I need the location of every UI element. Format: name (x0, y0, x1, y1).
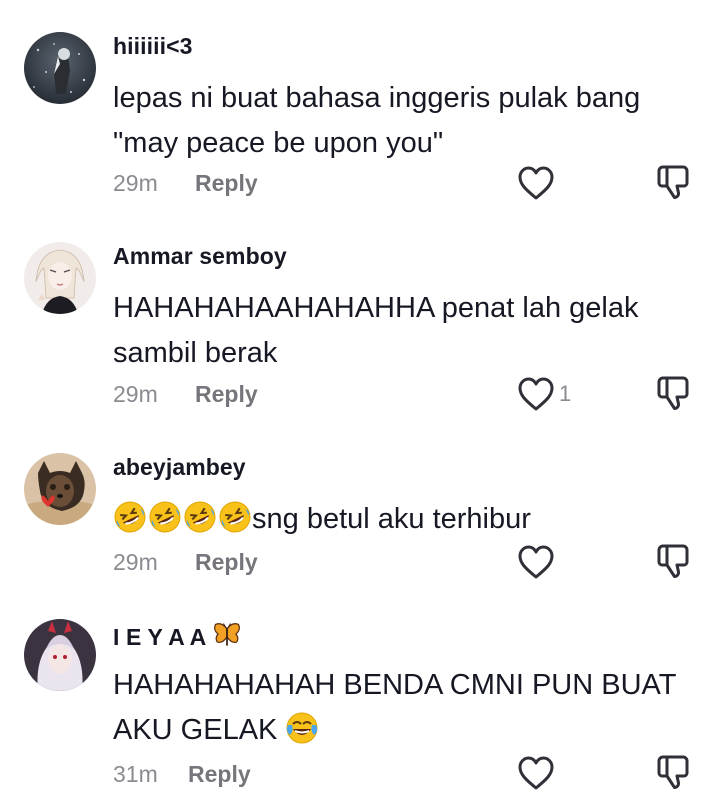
reply-button[interactable]: Reply (195, 549, 258, 576)
reply-button[interactable]: Reply (195, 381, 258, 408)
comment-username[interactable]: hiiiiii<3 (113, 33, 193, 60)
butterfly-emoji (212, 620, 242, 650)
comment-meta: 29m Reply (113, 170, 258, 197)
user-avatar[interactable] (24, 32, 96, 104)
comment-text: sng betul aku terhibur (113, 497, 703, 542)
heart-outline-icon (518, 377, 554, 411)
comment-text-body: HAHAHAHAHAH BENDA CMNI PUN BUAT AKU GELA… (113, 669, 676, 746)
dislike-button[interactable] (655, 163, 695, 203)
comment-text: lepas ni buat bahasa inggeris pulak bang… (113, 82, 641, 159)
rolling-on-floor-laughing-emoji (218, 500, 252, 534)
like-button[interactable] (517, 542, 577, 582)
thumbs-down-outline-icon (657, 755, 689, 790)
comment-text: HAHAHAHAHAH BENDA CMNI PUN BUAT AKU GELA… (113, 663, 703, 753)
user-avatar[interactable] (24, 619, 96, 691)
dislike-button[interactable] (655, 374, 695, 414)
face-with-tears-of-joy-emoji (285, 711, 319, 745)
comment-meta: 31m Reply (113, 761, 251, 788)
comment-meta: 29m Reply (113, 549, 258, 576)
comment-username[interactable]: I E Y A A (113, 620, 242, 651)
comment-username[interactable]: abeyjambey (113, 454, 246, 481)
thumbs-down-outline-icon (657, 376, 689, 411)
user-avatar[interactable] (24, 453, 96, 525)
rolling-on-floor-laughing-emoji (183, 500, 217, 534)
comment-username-text: I E Y A A (113, 624, 206, 650)
reply-button[interactable]: Reply (195, 170, 258, 197)
comment-meta: 29m Reply (113, 381, 258, 408)
reply-button[interactable]: Reply (188, 761, 251, 788)
dislike-button[interactable] (655, 542, 695, 582)
heart-outline-icon (518, 545, 554, 579)
dislike-button[interactable] (655, 753, 695, 793)
like-button[interactable]: 1 (517, 374, 577, 414)
comment-time: 29m (113, 549, 158, 575)
like-button[interactable] (517, 163, 577, 203)
like-count: 1 (559, 381, 572, 406)
thumbs-down-outline-icon (657, 165, 689, 200)
comment-time: 29m (113, 170, 158, 196)
like-button[interactable] (517, 753, 577, 793)
thumbs-down-outline-icon (657, 544, 689, 579)
comment-time: 29m (113, 381, 158, 407)
rolling-on-floor-laughing-emoji (148, 500, 182, 534)
heart-outline-icon (518, 756, 554, 790)
comment-time: 31m (113, 761, 158, 787)
user-avatar[interactable] (24, 242, 96, 314)
comment-text: HAHAHAHAAHAHAHHA penat lah gelak sambil … (113, 292, 639, 369)
comment-text-body: sng betul aku terhibur (252, 503, 531, 535)
comment-username[interactable]: Ammar semboy (113, 243, 287, 270)
heart-outline-icon (518, 166, 554, 200)
rolling-on-floor-laughing-emoji (113, 500, 147, 534)
